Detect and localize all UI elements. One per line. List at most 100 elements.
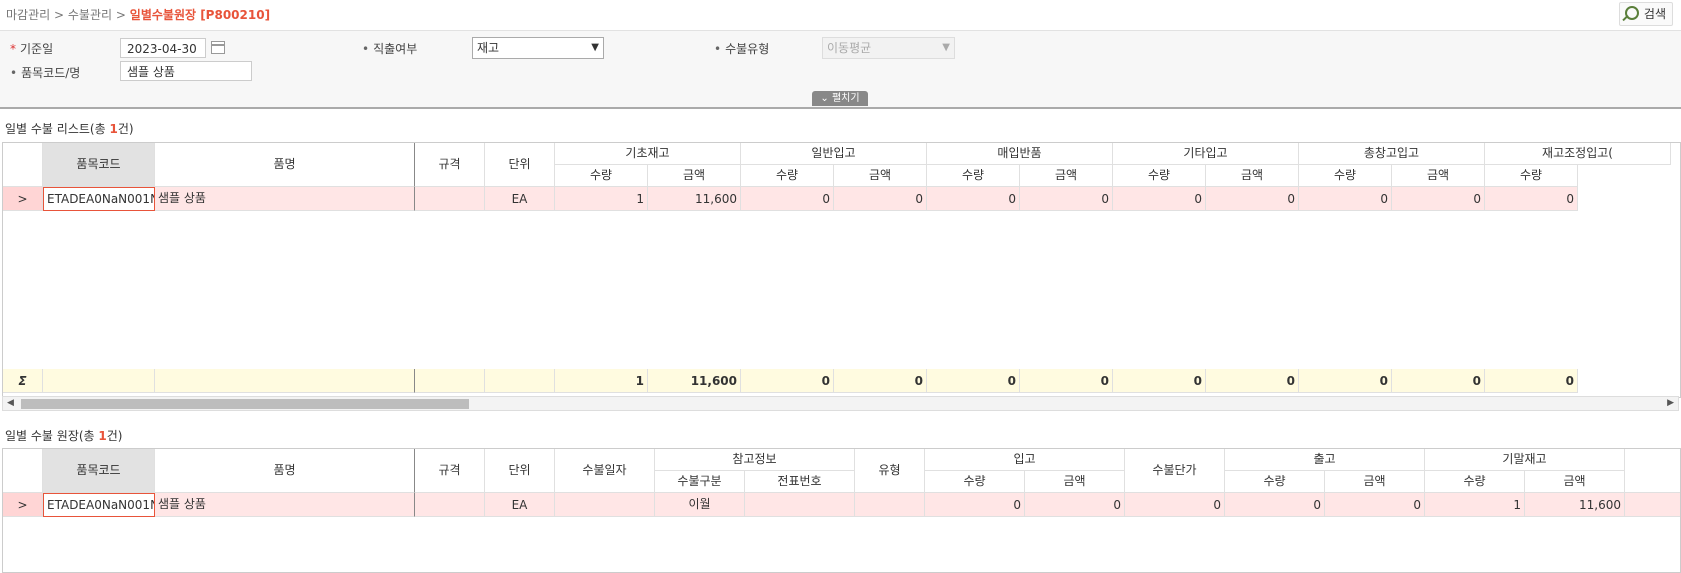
header-ref-slip[interactable]: 전표번호 bbox=[745, 471, 855, 493]
base-date-label: * 기준일 bbox=[10, 42, 54, 56]
header-end-amt[interactable]: 금액 bbox=[1525, 471, 1625, 493]
row-indicator[interactable]: > bbox=[3, 493, 43, 517]
required-marker: * bbox=[10, 42, 16, 56]
scroll-right-icon[interactable]: ▶ bbox=[1667, 397, 1674, 410]
chevron-down-icon: ▼ bbox=[942, 42, 950, 53]
row-unit[interactable]: EA bbox=[485, 187, 555, 211]
header-g5-qty[interactable]: 수량 bbox=[1299, 165, 1392, 187]
bullet-marker: • bbox=[362, 42, 370, 56]
header-type[interactable]: 유형 bbox=[855, 449, 925, 493]
row-in-qty[interactable]: 0 bbox=[925, 493, 1025, 517]
row-g5-amt[interactable]: 0 bbox=[1392, 187, 1485, 211]
row-spec[interactable] bbox=[415, 493, 485, 517]
sum-cell bbox=[485, 369, 555, 393]
header-spec[interactable]: 규격 bbox=[415, 143, 485, 187]
top-bar: 마감관리 > 수불관리 > 일별수불원장 [P800210] 검색 bbox=[0, 0, 1681, 28]
row-in-amt[interactable]: 0 bbox=[1025, 493, 1125, 517]
header-price[interactable]: 수불단가 bbox=[1125, 449, 1225, 493]
direct-label: • 직출여부 bbox=[362, 42, 418, 56]
breadcrumb-item-closing[interactable]: 마감관리 bbox=[6, 8, 50, 22]
base-date-input[interactable]: 2023-04-30 bbox=[120, 38, 206, 58]
header-item-code[interactable]: 품목코드 bbox=[43, 143, 155, 187]
header-g5-amt[interactable]: 금액 bbox=[1392, 165, 1485, 187]
row-g6-qty[interactable]: 0 bbox=[1485, 187, 1578, 211]
row-g5-qty[interactable]: 0 bbox=[1299, 187, 1392, 211]
row-g2-qty[interactable]: 0 bbox=[741, 187, 834, 211]
row-out-qty[interactable]: 0 bbox=[1225, 493, 1325, 517]
row-item-name[interactable]: 샘플 상품 bbox=[155, 493, 415, 517]
header-item-code[interactable]: 품목코드 bbox=[43, 449, 155, 493]
row-g4-qty[interactable]: 0 bbox=[1113, 187, 1206, 211]
header-spec[interactable]: 규격 bbox=[415, 449, 485, 493]
header-g3-qty[interactable]: 수량 bbox=[927, 165, 1020, 187]
row-g1-qty[interactable]: 1 bbox=[555, 187, 648, 211]
row-ref-kind[interactable]: 이월 bbox=[655, 493, 745, 517]
sum-g5-amt: 0 bbox=[1392, 369, 1485, 393]
list-section-title: 일별 수불 리스트(총 1건) bbox=[5, 122, 134, 136]
header-out-qty[interactable]: 수량 bbox=[1225, 471, 1325, 493]
header-g3-amt[interactable]: 금액 bbox=[1020, 165, 1113, 187]
row-indicator[interactable]: > bbox=[3, 187, 43, 211]
header-out-group: 출고 bbox=[1225, 449, 1425, 471]
sum-cell bbox=[415, 369, 485, 393]
type-select: 이동평균 ▼ bbox=[822, 37, 955, 59]
expand-toggle[interactable]: ⌄ 펼치기 bbox=[812, 91, 868, 106]
row-item-name[interactable]: 샘플 상품 bbox=[155, 187, 415, 211]
header-ref-group: 참고정보 bbox=[655, 449, 855, 471]
calendar-icon[interactable] bbox=[211, 41, 225, 54]
header-g4-amt[interactable]: 금액 bbox=[1206, 165, 1299, 187]
row-end-amt[interactable]: 11,600 bbox=[1525, 493, 1625, 517]
row-end-qty[interactable]: 1 bbox=[1425, 493, 1525, 517]
header-in-amt[interactable]: 금액 bbox=[1025, 471, 1125, 493]
list-grid: 품목코드 품명 규격 단위 기초재고 수량 금액 일반입고 수량 금액 매입반품 수량 금액 기타… bbox=[2, 142, 1681, 398]
breadcrumb-item-inventory[interactable]: 수불관리 bbox=[68, 8, 112, 22]
header-unit[interactable]: 단위 bbox=[485, 143, 555, 187]
header-group-g1: 기초재고 bbox=[555, 143, 741, 165]
header-g1-amt[interactable]: 금액 bbox=[648, 165, 741, 187]
row-date[interactable] bbox=[555, 493, 655, 517]
header-in-group: 입고 bbox=[925, 449, 1125, 471]
sum-g6-qty: 0 bbox=[1485, 369, 1578, 393]
horizontal-scrollbar[interactable]: ◀ ▶ bbox=[2, 396, 1679, 411]
scroll-left-icon[interactable]: ◀ bbox=[7, 397, 14, 410]
header-g6-qty[interactable]: 수량 bbox=[1485, 165, 1578, 187]
row-g3-amt[interactable]: 0 bbox=[1020, 187, 1113, 211]
row-g3-qty[interactable]: 0 bbox=[927, 187, 1020, 211]
header-g2-amt[interactable]: 금액 bbox=[834, 165, 927, 187]
page-title: 일별수불원장 [P800210] bbox=[129, 8, 271, 22]
row-g4-amt[interactable]: 0 bbox=[1206, 187, 1299, 211]
chevron-down-icon: ▼ bbox=[591, 42, 599, 53]
header-item-name[interactable]: 품명 bbox=[155, 143, 415, 187]
header-out-amt[interactable]: 금액 bbox=[1325, 471, 1425, 493]
header-g2-qty[interactable]: 수량 bbox=[741, 165, 834, 187]
row-spec[interactable] bbox=[415, 187, 485, 211]
sum-g1-amt: 11,600 bbox=[648, 369, 741, 393]
breadcrumb-separator: > bbox=[115, 8, 126, 22]
grid-corner bbox=[3, 143, 43, 187]
header-in-qty[interactable]: 수량 bbox=[925, 471, 1025, 493]
row-price[interactable]: 0 bbox=[1125, 493, 1225, 517]
item-label: • 품목코드/명 bbox=[10, 66, 81, 80]
direct-select[interactable]: 재고 ▼ bbox=[472, 37, 604, 59]
item-input[interactable]: 샘플 상품 bbox=[120, 61, 252, 81]
header-g4-qty[interactable]: 수량 bbox=[1113, 165, 1206, 187]
row-unit[interactable]: EA bbox=[485, 493, 555, 517]
row-ref-slip[interactable] bbox=[745, 493, 855, 517]
row-g2-amt[interactable]: 0 bbox=[834, 187, 927, 211]
row-type[interactable] bbox=[855, 493, 925, 517]
header-g1-qty[interactable]: 수량 bbox=[555, 165, 648, 187]
search-button[interactable]: 검색 bbox=[1618, 2, 1673, 26]
header-item-name[interactable]: 품명 bbox=[155, 449, 415, 493]
header-unit[interactable]: 단위 bbox=[485, 449, 555, 493]
sum-g3-qty: 0 bbox=[927, 369, 1020, 393]
row-item-code[interactable]: ETADEA0NaN001N bbox=[43, 187, 155, 211]
ledger-grid: 품목코드 품명 규격 단위 수불일자 참고정보 수불구분 전표번호 유형 입고 … bbox=[2, 448, 1681, 573]
bullet-marker: • bbox=[10, 66, 18, 80]
header-date[interactable]: 수불일자 bbox=[555, 449, 655, 493]
scrollbar-thumb[interactable] bbox=[21, 399, 469, 409]
row-item-code[interactable]: ETADEA0NaN001N bbox=[43, 493, 155, 517]
row-g1-amt[interactable]: 11,600 bbox=[648, 187, 741, 211]
row-out-amt[interactable]: 0 bbox=[1325, 493, 1425, 517]
header-ref-kind[interactable]: 수불구분 bbox=[655, 471, 745, 493]
header-end-qty[interactable]: 수량 bbox=[1425, 471, 1525, 493]
